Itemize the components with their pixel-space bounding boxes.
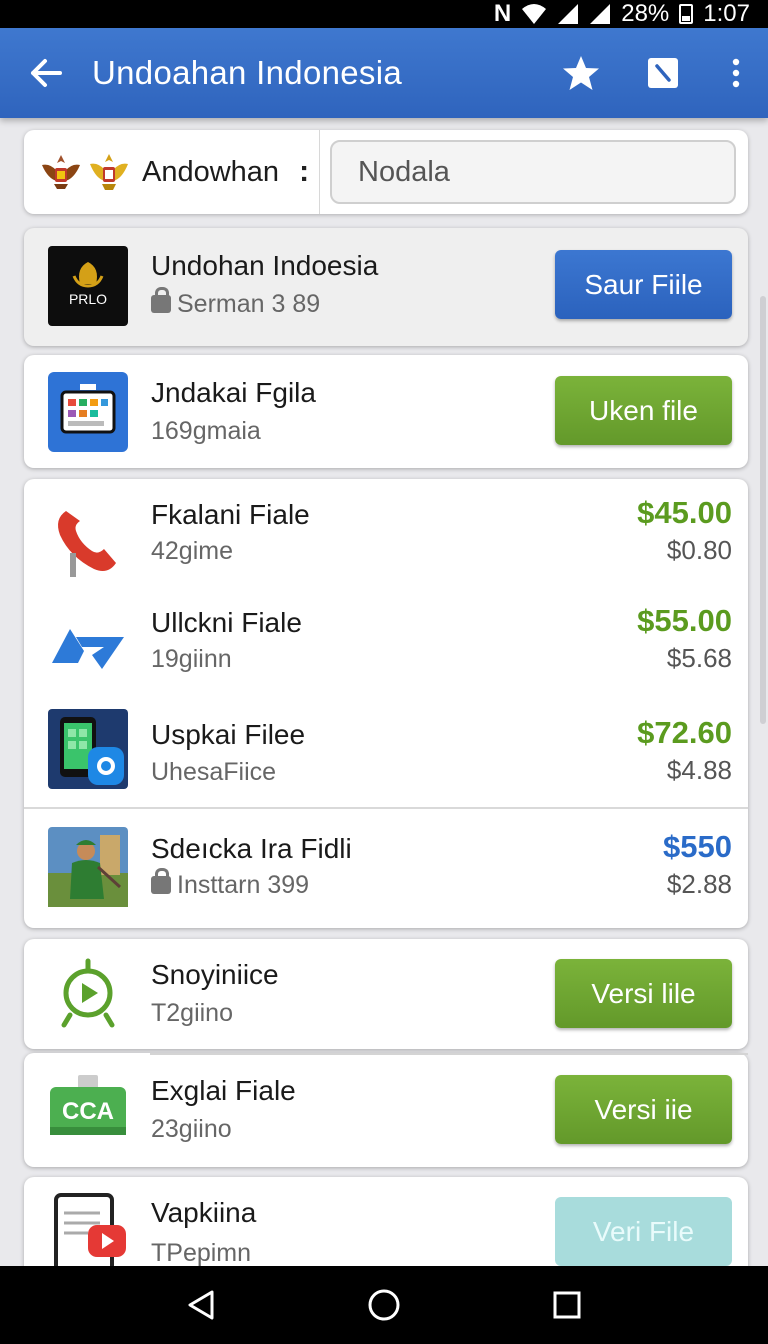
list-item[interactable]: Jndakai Fgila 169gmaia Uken file [24, 355, 748, 469]
list-item[interactable]: Snoyiniice T2giino Versi lile [24, 939, 748, 1053]
divider [24, 807, 748, 809]
list-item[interactable]: Fkalani Fiale 42gime $45.00 $0.80 [24, 479, 748, 593]
item-subtitle: UhesaFiice [151, 758, 277, 786]
scrollbar[interactable] [760, 296, 766, 724]
item-title: Undohan Indoesia [151, 250, 379, 281]
favorite-button[interactable] [540, 28, 622, 118]
nfc-indicator: N [493, 0, 512, 27]
item-title: Sdeıcka Ira Fidli [151, 833, 352, 864]
list-item[interactable]: Sdeıcka Ira Fidli Insttarn 399 $550 $2.8… [24, 811, 748, 925]
clock: 1:07 [703, 0, 750, 27]
list-card: Snoyiniice T2giino Versi lile [24, 939, 748, 1049]
item-subtitle: T2giino [151, 999, 233, 1027]
phone-app-icon-2 [48, 709, 128, 789]
lock-icon [151, 868, 171, 894]
item-subtitle: Insttarn 399 [151, 868, 310, 900]
item-title: Jndakai Fgila [151, 377, 316, 408]
play-clock-icon [61, 958, 115, 1028]
list-item[interactable]: Uspkai Filee UhesaFiice $72.60 $4.88 [24, 697, 748, 811]
arrow-left-icon [31, 59, 62, 87]
version-file-button-disabled[interactable]: Veri File [555, 1197, 732, 1266]
arrow-logo-icon [52, 629, 124, 669]
wifi-icon [522, 4, 547, 24]
square-recents-icon [553, 1291, 581, 1319]
app-logo-text: PRLO [69, 291, 107, 307]
item-title: Uspkai Filee [151, 719, 306, 750]
item-price: $55.00 [637, 603, 732, 638]
search-input[interactable] [358, 155, 735, 189]
item-subtitle: TPepimn [151, 1239, 252, 1267]
status-bar: N 28% 1:07 [0, 0, 768, 28]
cca-icon-text: CCA [62, 1098, 114, 1125]
item-title: Exglai Fiale [151, 1075, 296, 1106]
photo-thumbnail-icon [48, 827, 128, 907]
lock-icon [151, 287, 171, 313]
item-subprice: $2.88 [666, 869, 732, 899]
item-subtitle: 169gmaia [151, 417, 261, 445]
signal-icon-2 [590, 4, 611, 24]
app-logo-icon: PRLO [48, 246, 128, 326]
triangle-back-icon [188, 1290, 214, 1320]
brand-selector[interactable]: Andowhan : [24, 130, 320, 214]
version-file-button[interactable]: Versi iie [555, 1075, 732, 1144]
app-bar: Undoahan Indonesia [0, 28, 768, 118]
item-title: Ullckni Fiale [151, 607, 302, 638]
more-vert-icon [732, 58, 740, 88]
back-button[interactable] [0, 28, 92, 118]
item-subtitle-text: Serman 3 89 [177, 290, 321, 318]
more-options-button[interactable] [704, 28, 768, 118]
item-subtitle: 19giinn [151, 645, 232, 673]
item-subtitle: Serman 3 89 [151, 287, 321, 319]
item-price: $72.60 [637, 715, 732, 750]
list-item[interactable]: PRLO Undohan Indoesia Serman 3 89 Saur F… [24, 228, 748, 342]
video-doc-icon [54, 1193, 126, 1273]
price-list-card: Fkalani Fiale 42gime $45.00 $0.80 Ullckn… [24, 479, 748, 928]
list-card: CCA Exglai Fiale 23giino Versi iie [24, 1053, 748, 1167]
system-nav-bar [0, 1266, 768, 1344]
garuda-emblem-icon [42, 155, 80, 189]
item-subprice: $4.88 [666, 755, 732, 785]
brand-more: : [299, 155, 310, 188]
app-title: Undoahan Indonesia [92, 54, 402, 91]
signal-icon [558, 4, 579, 24]
cca-app-icon: CCA [50, 1075, 126, 1135]
battery-percent: 28% [621, 0, 670, 27]
phone-app-icon [58, 511, 116, 577]
nav-home-button[interactable] [354, 1275, 414, 1335]
nav-recents-button[interactable] [537, 1275, 597, 1335]
circle-home-icon [368, 1289, 400, 1321]
item-subtitle: 42gime [151, 537, 233, 565]
item-price: $550 [663, 829, 732, 864]
battery-icon [679, 4, 694, 24]
nav-back-button[interactable] [171, 1275, 231, 1335]
item-title: Snoyiniice [151, 959, 279, 990]
edit-button[interactable] [622, 28, 704, 118]
tablet-app-icon [48, 372, 128, 452]
item-title: Fkalani Fiale [151, 499, 310, 530]
search-card: Andowhan : [24, 130, 748, 214]
edit-icon [648, 58, 678, 88]
item-subtitle: 23giino [151, 1115, 232, 1143]
version-file-button[interactable]: Versi lile [555, 959, 732, 1028]
item-subtitle-text: Insttarn 399 [177, 871, 310, 899]
star-icon [563, 56, 599, 90]
list-card: PRLO Undohan Indoesia Serman 3 89 Saur F… [24, 228, 748, 346]
garuda-gold-emblem-icon [90, 154, 128, 190]
search-box[interactable] [330, 140, 736, 204]
item-subprice: $0.80 [666, 535, 732, 565]
list-card: Jndakai Fgila 169gmaia Uken file [24, 355, 748, 468]
open-file-button[interactable]: Uken file [555, 376, 732, 445]
list-item[interactable]: CCA Exglai Fiale 23giino Versi iie [24, 1053, 748, 1167]
save-file-button[interactable]: Saur Fiile [555, 250, 732, 319]
list-item[interactable]: Ullckni Fiale 19giinn $55.00 $5.68 [24, 587, 748, 701]
brand-label: Andowhan [142, 155, 280, 188]
item-title: Vapkiina [151, 1197, 257, 1228]
item-subprice: $5.68 [666, 643, 732, 673]
item-price: $45.00 [637, 495, 732, 530]
